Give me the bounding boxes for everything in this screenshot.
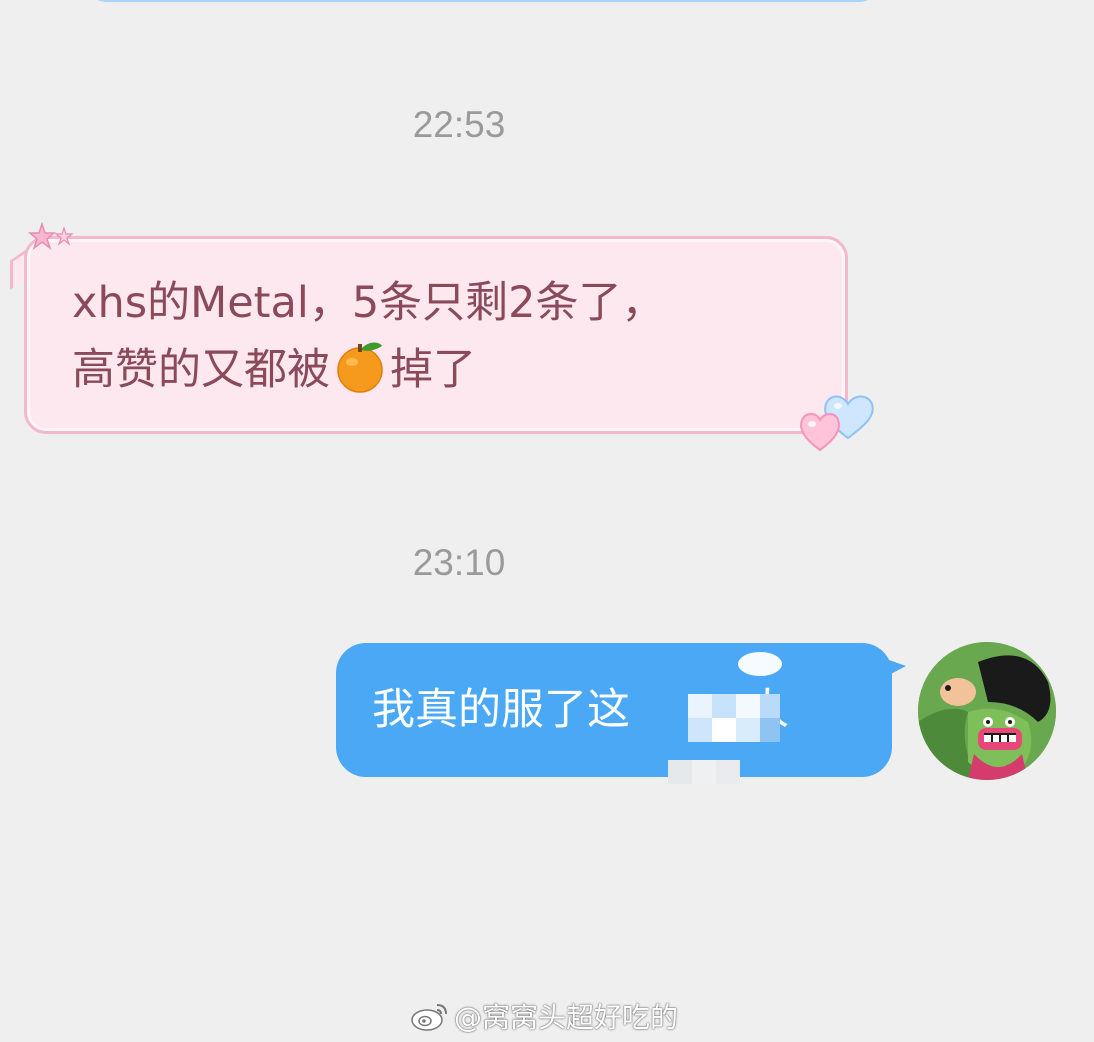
received-message-line: 高赞的又都被 掉了 xyxy=(72,337,832,404)
received-message-line: xhs的Metal，5条只剩2条了， xyxy=(72,278,665,328)
watermark-text: @窝窝头超好吃的 xyxy=(454,1001,679,1034)
received-message-text: xhs的Metal，5条只剩2条了， 高赞的又都被 掉了 xyxy=(72,270,832,404)
received-message-fragment: 高赞的又都被 xyxy=(72,345,330,395)
previous-message-bubble-edge xyxy=(88,0,878,2)
sent-message-fragment: 我真的服了这 xyxy=(372,685,630,735)
hearts-sticker-icon xyxy=(800,395,874,452)
received-message-fragment: 掉了 xyxy=(390,345,476,395)
star-sticker-icon xyxy=(28,222,74,251)
timestamp: 22:53 xyxy=(412,104,506,145)
timestamp: 23:10 xyxy=(412,542,506,583)
watermark: @窝窝头超好吃的 xyxy=(410,996,678,1036)
weibo-icon xyxy=(411,1004,447,1031)
pixelated-censor-block xyxy=(668,652,782,784)
orange-emoji-icon xyxy=(337,342,383,393)
user-avatar[interactable] xyxy=(918,642,1056,780)
cartoon-avatar-icon xyxy=(918,642,1056,780)
